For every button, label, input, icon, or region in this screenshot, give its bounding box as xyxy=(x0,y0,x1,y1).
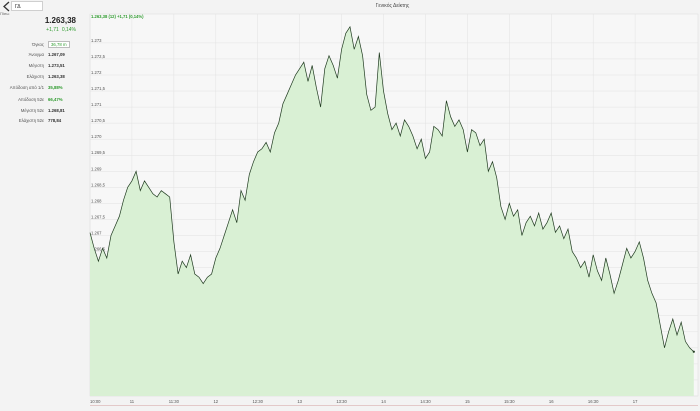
stat-value: 778,84 xyxy=(48,118,62,123)
y-tick-label: 1.270 xyxy=(91,134,102,139)
x-tick-label: 15 xyxy=(465,399,470,404)
stat-label: Όγκος xyxy=(31,42,44,47)
stat-row: Μέγιστη 1.273,51 xyxy=(0,61,78,71)
y-tick-label: 1.271,5 xyxy=(91,86,106,91)
stat-label: Μέγιστη 52ε xyxy=(20,108,44,113)
y-tick-label: 1.268,5 xyxy=(91,182,106,187)
stat-label: Μέγιστη xyxy=(28,63,44,68)
x-tick-label: 15:30 xyxy=(504,399,515,404)
last-price-marker xyxy=(692,350,695,353)
x-tick-label: 12:30 xyxy=(252,399,263,404)
x-tick-label: 16 xyxy=(549,399,554,404)
x-tick-label: 16:30 xyxy=(588,399,599,404)
stat-row: Όγκος 36,78 m xyxy=(0,40,78,50)
stat-row: Μέγιστη 52ε 1.268,81 xyxy=(0,106,78,116)
stat-value: 36,78 m xyxy=(48,41,70,48)
stat-value: 35,88% xyxy=(48,85,63,90)
stat-label: Ελάχιστη xyxy=(26,74,44,79)
x-tick-label: 10:00 xyxy=(90,399,101,404)
stat-row: Ελάχιστη 1.263,38 xyxy=(0,72,78,82)
stat-value: 1.273,51 xyxy=(48,63,65,68)
stat-row: Απόδοση από 1/1 35,88% xyxy=(0,83,78,93)
chart-area[interactable]: 1.273 1.272,5 1.272 1.271,5 1.271 1.270,5 1.27… xyxy=(88,10,700,407)
change-absolute: +1,71 xyxy=(46,27,59,33)
stat-value: 1.268,81 xyxy=(48,108,65,113)
y-tick-label: 1.267,5 xyxy=(91,214,106,219)
last-price: 1.263,38 xyxy=(44,16,76,25)
stat-row: Άνοιγμα 1.267,09 xyxy=(0,50,78,60)
y-tick-label: 1.270,5 xyxy=(91,118,106,123)
stat-label: Απόδοση από 1/1 xyxy=(9,85,44,90)
x-tick-label: 11:30 xyxy=(169,399,180,404)
stat-value: 1.263,38 xyxy=(48,74,65,79)
x-tick-label: 13:30 xyxy=(336,399,347,404)
stat-value: 66,47% xyxy=(48,97,63,102)
x-tick-label: 12 xyxy=(213,399,218,404)
symbol-search-input[interactable]: ΓΔ xyxy=(11,1,43,11)
x-tick-label: 11 xyxy=(130,399,135,404)
x-tick-label: 17 xyxy=(633,399,638,404)
y-tick-label: 1.267 xyxy=(91,230,102,235)
stat-row: Ελάχιστη 52ε 778,84 xyxy=(0,116,78,126)
back-label: Πίσω xyxy=(0,11,10,16)
price-change: +1,71 0,14% xyxy=(43,27,76,33)
x-tick-label: 13 xyxy=(297,399,302,404)
y-tick-label: 1.273 xyxy=(91,38,102,43)
stat-label: Άνοιγμα xyxy=(28,52,44,57)
stat-row: Απόδοση 52ε 66,47% xyxy=(0,95,78,105)
chart-title: Γενικός Δείκτης xyxy=(375,3,410,9)
y-tick-label: 1.271 xyxy=(91,102,102,107)
y-tick-label: 1.268 xyxy=(91,198,102,203)
x-tick-label: 14 xyxy=(381,399,386,404)
y-tick-label: 1.272,5 xyxy=(91,54,106,59)
stat-label: Απόδοση 52ε xyxy=(18,97,44,102)
stat-label: Ελάχιστη 52ε xyxy=(18,118,44,123)
y-tick-label: 1.269,5 xyxy=(91,150,106,155)
stat-value: 1.267,09 xyxy=(48,52,65,57)
x-tick-label: 14:30 xyxy=(420,399,431,404)
change-percent: 0,14% xyxy=(61,27,76,33)
y-tick-label: 1.272 xyxy=(91,70,102,75)
y-tick-label: 1.269 xyxy=(91,166,102,171)
price-chart: 1.273 1.272,5 1.272 1.271,5 1.271 1.270,5 1.27… xyxy=(89,13,699,407)
chart-header-label: 1.263,38 (12) +1,71 (0,14%) xyxy=(91,14,144,19)
